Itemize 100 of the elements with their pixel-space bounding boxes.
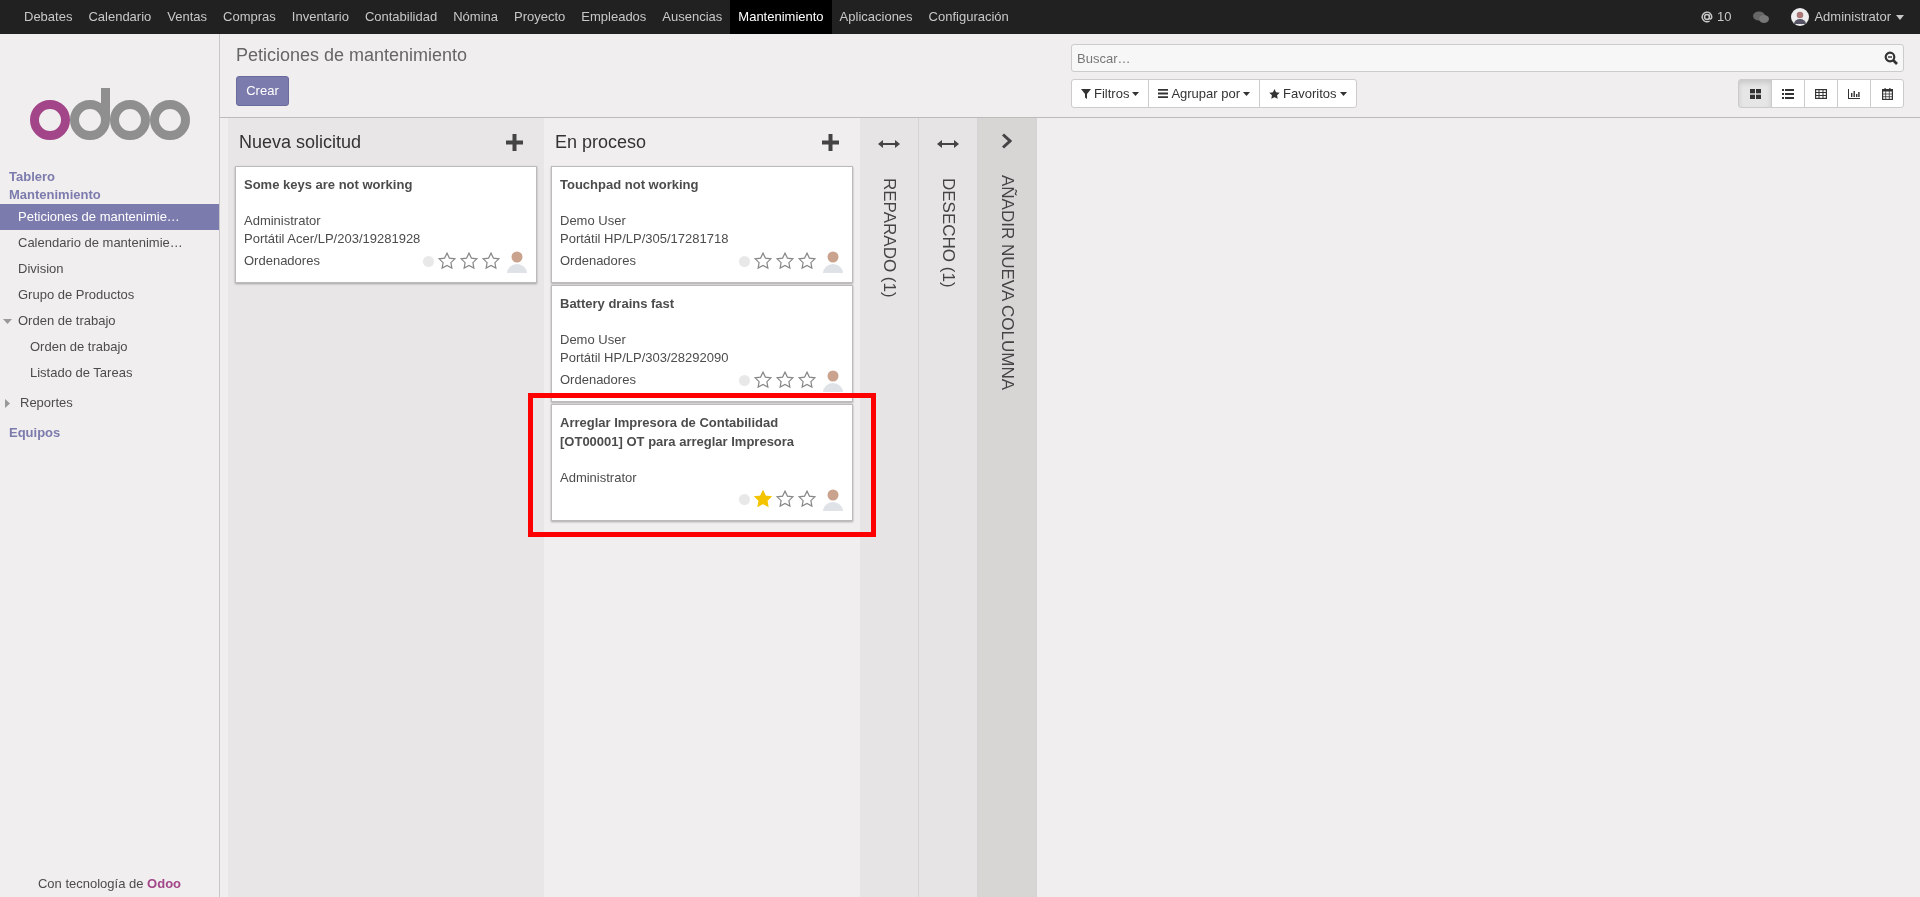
card-category: Ordenadores	[244, 252, 320, 271]
column-title: En proceso	[555, 130, 647, 154]
filled-star-icon[interactable]	[754, 490, 772, 508]
star-outline-icon[interactable]	[754, 252, 772, 270]
top-menu-item[interactable]: Aplicaciones	[831, 0, 921, 34]
top-menu-item[interactable]: Mantenimiento	[730, 0, 832, 34]
card-equipment: Portátil Acer/LP/203/19281928	[244, 230, 422, 248]
card-category: Ordenadores	[560, 252, 636, 271]
sidebar-subitem[interactable]: Orden de trabajo	[0, 334, 219, 360]
plus-icon[interactable]	[822, 133, 839, 151]
search-icon[interactable]	[1884, 51, 1898, 65]
horizontal-arrows-icon	[878, 140, 900, 148]
sidebar-item[interactable]: Reportes	[0, 390, 219, 416]
card-user: Administrator	[244, 212, 322, 230]
sidebar-item[interactable]: Orden de trabajo	[0, 308, 219, 334]
star-outline-icon[interactable]	[798, 490, 816, 508]
page-title: Peticiones de mantenimiento	[236, 44, 468, 66]
search-option-button[interactable]: Filtros	[1071, 79, 1150, 108]
folded-column[interactable]: DESECHO (1)	[919, 118, 978, 897]
column-title: AÑADIR NUEVA COLUMNA	[996, 175, 1018, 391]
sidebar-item[interactable]: Division	[0, 256, 219, 282]
top-menu-item[interactable]: Proyecto	[506, 0, 574, 34]
top-menu-item[interactable]: Calendario	[80, 0, 160, 34]
avatar-icon	[506, 249, 528, 273]
card-user: Demo User	[560, 212, 627, 230]
top-menu-item[interactable]: Contabilidad	[356, 0, 446, 34]
create-button[interactable]: Crear	[236, 76, 289, 106]
caret-icon	[1132, 91, 1140, 96]
sidebar-section-title[interactable]: Tablero	[0, 168, 219, 186]
star-outline-icon[interactable]	[798, 252, 816, 270]
card-subtitle: [OT00001] OT para arreglar Impresora	[560, 433, 796, 451]
top-menu-item[interactable]: Empleados	[573, 0, 655, 34]
caret-icon	[1896, 14, 1904, 20]
search-field[interactable]: Buscar…	[1071, 44, 1904, 72]
star-outline-icon[interactable]	[776, 252, 794, 270]
top-menu-item[interactable]: Nómina	[445, 0, 506, 34]
caret-right-icon	[5, 398, 10, 408]
star-outline-icon[interactable]	[754, 371, 772, 389]
top-menu-item[interactable]: Ventas	[159, 0, 216, 34]
star-outline-icon[interactable]	[776, 490, 794, 508]
card-equipment: Portátil HP/LP/303/28292090	[560, 349, 730, 367]
request-card[interactable]: Some keys are not working Administrator Portátil Acer/LP/203/19281928 Ordenadores	[235, 166, 537, 283]
top-menu-item[interactable]: Debates	[16, 0, 81, 34]
card-title: Battery drains fast	[560, 295, 676, 313]
at-sign-icon	[1699, 10, 1714, 24]
caret-down-icon	[3, 318, 12, 324]
chevron-right-icon	[1002, 133, 1012, 149]
user-name: Administrator	[1814, 8, 1891, 27]
request-card[interactable]: Touchpad not working Demo User Portátil HP/LP/305/17281718 Ordenadores	[551, 166, 853, 283]
view-switch-button[interactable]	[1738, 79, 1772, 108]
top-menu-item[interactable]: Compras	[215, 0, 284, 34]
sidebar-item[interactable]: Grupo de Productos	[0, 282, 219, 308]
folded-column[interactable]: REPARADO (1)	[860, 118, 919, 897]
card-equipment: Portátil HP/LP/305/17281718	[560, 230, 730, 248]
card-title: Some keys are not working	[244, 176, 414, 194]
grid-icon	[1749, 88, 1761, 99]
list-lines-icon	[1158, 89, 1169, 98]
caret-icon	[1339, 91, 1347, 96]
view-switch-button[interactable]	[1837, 79, 1871, 108]
card-user: Demo User	[560, 331, 627, 349]
column-title: DESECHO (1)	[937, 178, 959, 288]
star-outline-icon[interactable]	[438, 252, 456, 270]
avatar-icon	[822, 249, 844, 273]
view-switch-button[interactable]	[1804, 79, 1838, 108]
search-option-button[interactable]: Agrupar por	[1148, 79, 1261, 108]
sidebar-item[interactable]: Peticiones de mantenimie…	[0, 204, 219, 230]
plus-icon[interactable]	[506, 133, 523, 151]
search-option-button[interactable]: Favoritos	[1259, 79, 1357, 108]
view-switch-button[interactable]	[1870, 79, 1904, 108]
top-menu-item[interactable]: Ausencias	[654, 0, 731, 34]
star-outline-icon[interactable]	[776, 371, 794, 389]
star-outline-icon[interactable]	[798, 371, 816, 389]
column-title: REPARADO (1)	[878, 178, 900, 298]
view-switch-button[interactable]	[1771, 79, 1805, 108]
user-menu[interactable]: Administrator	[1791, 7, 1904, 27]
list-icon	[1782, 88, 1794, 99]
star-outline-icon[interactable]	[460, 252, 478, 270]
star-icon	[1269, 88, 1281, 99]
request-card[interactable]: Battery drains fast Demo User Portátil HP/LP/303/28292090 Ordenadores	[551, 285, 853, 402]
horizontal-arrows-icon	[937, 140, 959, 148]
mentions-link[interactable]: 10	[1699, 7, 1732, 27]
mentions-count: 10	[1716, 8, 1732, 27]
top-menu-item[interactable]: Configuración	[920, 0, 1017, 34]
powered-by-text: Con tecnología de Odoo	[36, 874, 183, 893]
caret-icon	[1243, 91, 1251, 96]
avatar-icon	[1791, 8, 1810, 26]
bar-chart-icon	[1848, 88, 1860, 99]
star-outline-icon[interactable]	[482, 252, 500, 270]
request-card[interactable]: Arreglar Impresora de Contabilidad [OT00001] OT para arreglar Impresora Administrator	[551, 404, 853, 521]
top-menu-item[interactable]: Inventario	[283, 0, 357, 34]
card-user: Administrator	[560, 469, 638, 487]
table-icon	[1815, 88, 1827, 99]
card-category: Ordenadores	[560, 371, 636, 390]
chat-bubbles-icon[interactable]	[1753, 10, 1770, 24]
add-column-button[interactable]: AÑADIR NUEVA COLUMNA	[978, 118, 1037, 897]
card-title: Touchpad not working	[560, 176, 700, 194]
avatar-icon	[822, 487, 844, 511]
sidebar-subitem[interactable]: Listado de Tareas	[0, 360, 219, 386]
sidebar-item[interactable]: Calendario de mantenimie…	[0, 230, 219, 256]
filter-icon	[1081, 88, 1091, 99]
